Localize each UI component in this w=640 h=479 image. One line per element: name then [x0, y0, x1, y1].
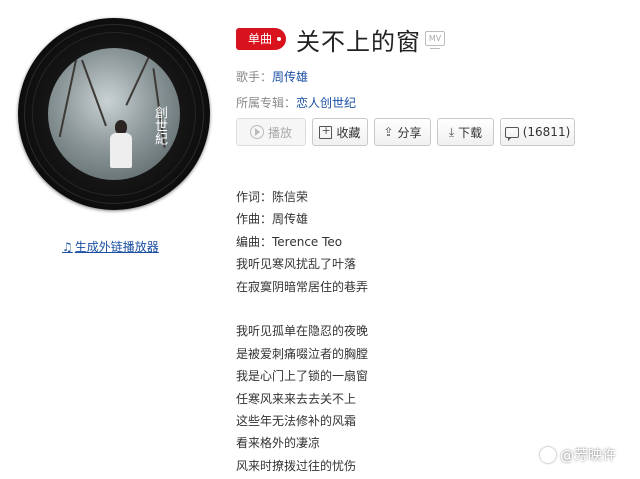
single-badge-label: 单曲 — [248, 32, 273, 46]
cover-branch — [125, 50, 153, 106]
add-to-folder-icon — [319, 124, 333, 139]
watermark: @芳映许 — [540, 445, 616, 465]
play-button[interactable]: 播放 — [236, 118, 306, 146]
lyric-line: 任寒风来来去去关不上 — [236, 391, 357, 406]
lyrics-list: 作词：陈信荣 作曲：周传雄 编曲：Terence Teo 我听见寒风扰乱了叶落 … — [236, 186, 368, 477]
cover-title-text: 創世紀 — [152, 106, 167, 145]
lyric-line: 编曲：Terence Teo — [236, 234, 343, 249]
album-row: 所属专辑：恋人创世纪 — [236, 94, 356, 111]
lyric-line: 是被爱刺痛啜泣者的胸膛 — [236, 346, 369, 361]
artist-row: 歌手：周传雄 — [236, 68, 308, 85]
cover-branch — [81, 59, 107, 127]
album-label: 所属专辑： — [236, 96, 297, 110]
watermark-logo-icon — [540, 447, 556, 463]
download-button[interactable]: ⤓ 下载 — [437, 118, 494, 146]
mv-icon[interactable]: MV — [425, 31, 445, 49]
comments-button[interactable]: (16811) — [500, 118, 575, 146]
album-cover: 創世紀 — [48, 48, 180, 180]
cover-person — [108, 120, 134, 168]
lyric-line: 作词：陈信荣 — [236, 190, 309, 204]
download-icon: ⤓ — [448, 124, 455, 139]
lyric-line: 我听见孤单在隐忍的夜晚 — [236, 324, 369, 339]
favorite-button[interactable]: 收藏 — [312, 118, 368, 146]
album-link[interactable]: 恋人创世纪 — [296, 96, 356, 110]
music-note-icon: ♫ — [62, 239, 73, 254]
comments-count: (16811) — [522, 125, 571, 139]
external-player-link-label: 生成外链播放器 — [74, 240, 159, 254]
download-button-label: 下载 — [458, 125, 483, 140]
play-icon — [249, 125, 264, 139]
lyric-line: 在寂寞阴暗常居住的巷弄 — [236, 279, 369, 294]
play-button-label: 播放 — [267, 125, 292, 140]
song-title: 关不上的窗 — [296, 28, 421, 56]
share-button-label: 分享 — [397, 125, 422, 140]
watermark-text: @芳映许 — [560, 448, 616, 464]
lyric-line: 这些年无法修补的风霜 — [236, 413, 357, 428]
share-button[interactable]: ⇪ 分享 — [374, 118, 431, 146]
lyric-line: 风来时撩拨过往的忧伤 — [236, 458, 357, 473]
artist-label: 歌手： — [236, 70, 273, 84]
album-disc: 創世紀 — [18, 18, 210, 210]
favorite-button-label: 收藏 — [336, 125, 361, 140]
lyric-line — [236, 298, 368, 320]
lyric-line: 作曲：周传雄 — [236, 212, 309, 227]
badge-dot-icon — [277, 37, 282, 41]
external-player-link[interactable]: ♫ 生成外链播放器 — [62, 238, 159, 255]
single-badge: 单曲 — [236, 28, 287, 50]
comment-icon — [504, 126, 519, 141]
share-icon: ⇪ — [383, 125, 394, 139]
lyric-line: 我听见寒风扰乱了叶落 — [236, 257, 357, 272]
artist-link[interactable]: 周传雄 — [272, 70, 308, 84]
lyric-line: 我是心门上了锁的一扇窗 — [236, 369, 369, 384]
lyric-line: 看来格外的凄凉 — [236, 436, 321, 451]
